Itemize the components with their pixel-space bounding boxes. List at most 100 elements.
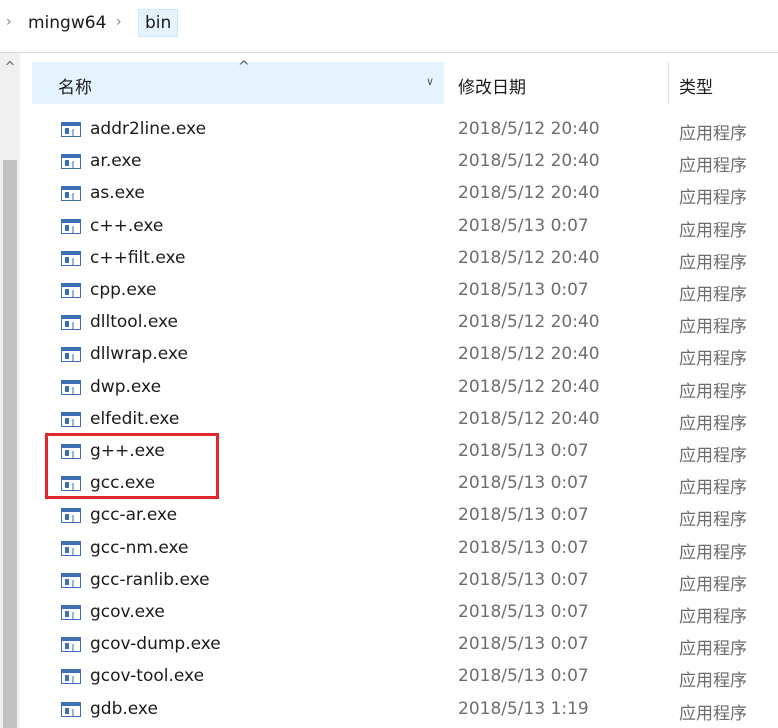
file-modified-date: 2018/5/12 20:40 bbox=[458, 183, 600, 204]
file-type: 应用程序 bbox=[679, 703, 747, 724]
exe-file-icon bbox=[61, 637, 81, 653]
file-modified-date: 2018/5/13 1:19 bbox=[458, 698, 589, 719]
exe-file-icon bbox=[61, 669, 81, 685]
file-name[interactable]: c++.exe bbox=[90, 216, 163, 236]
exe-file-icon bbox=[61, 411, 81, 427]
exe-file-icon bbox=[61, 283, 81, 298]
file-type: 应用程序 bbox=[679, 317, 747, 338]
file-type: 应用程序 bbox=[679, 124, 747, 144]
file-name[interactable]: gdb.exe bbox=[90, 699, 158, 719]
file-type: 应用程序 bbox=[679, 478, 747, 499]
exe-file-icon bbox=[61, 250, 81, 266]
file-name[interactable]: cpp.exe bbox=[90, 280, 157, 300]
file-type: 应用程序 bbox=[679, 285, 747, 305]
file-name[interactable]: g++.exe bbox=[90, 441, 165, 461]
file-name[interactable]: addr2line.exe bbox=[90, 119, 206, 139]
file-name[interactable]: elfedit.exe bbox=[90, 409, 179, 429]
file-type: 应用程序 bbox=[679, 446, 747, 466]
file-row[interactable]: as.exe 2018/5/12 20:40 应用程序 bbox=[0, 178, 778, 210]
column-header-type-label: 类型 bbox=[679, 78, 713, 98]
file-type: 应用程序 bbox=[679, 156, 747, 177]
column-header-date[interactable]: 修改日期 bbox=[444, 62, 668, 104]
file-type: 应用程序 bbox=[679, 220, 747, 241]
file-type: 应用程序 bbox=[679, 381, 747, 402]
scroll-up-arrow-icon[interactable]: ^ bbox=[0, 58, 20, 78]
file-name[interactable]: gcov.exe bbox=[90, 602, 165, 622]
file-name[interactable]: gcc.exe bbox=[90, 473, 155, 493]
file-type: 应用程序 bbox=[679, 574, 747, 595]
file-row[interactable]: gcc-ar.exe 2018/5/13 0:07 应用程序 bbox=[0, 500, 778, 532]
breadcrumb-item-bin[interactable]: bin bbox=[138, 9, 179, 37]
file-modified-date: 2018/5/12 20:40 bbox=[458, 151, 600, 172]
exe-file-icon bbox=[61, 218, 81, 234]
breadcrumb-separator-icon[interactable]: › bbox=[116, 14, 122, 30]
breadcrumb-item-mingw64[interactable]: mingw64 bbox=[28, 13, 106, 33]
column-header-name[interactable]: 名称 ^ ∨ bbox=[32, 59, 444, 104]
file-row[interactable]: gcov-dump.exe 2018/5/13 0:07 应用程序 bbox=[0, 629, 778, 661]
file-row[interactable]: elfedit.exe 2018/5/12 20:40 应用程序 bbox=[0, 404, 778, 436]
file-row[interactable]: gcc.exe 2018/5/13 0:07 应用程序 bbox=[0, 468, 778, 500]
file-name[interactable]: gcc-ar.exe bbox=[90, 505, 177, 525]
column-header-type[interactable]: 类型 bbox=[669, 62, 778, 104]
file-row[interactable]: gdb.exe 2018/5/13 1:19 应用程序 bbox=[0, 694, 778, 726]
sort-ascending-icon: ^ bbox=[238, 59, 250, 75]
exe-file-icon bbox=[61, 315, 81, 331]
file-row[interactable]: addr2line.exe 2018/5/12 20:40 应用程序 bbox=[0, 114, 778, 146]
file-row[interactable]: g++.exe 2018/5/13 0:07 应用程序 bbox=[0, 436, 778, 468]
file-name[interactable]: dwp.exe bbox=[90, 377, 161, 397]
file-row[interactable]: gcov.exe 2018/5/13 0:07 应用程序 bbox=[0, 597, 778, 629]
file-type: 应用程序 bbox=[679, 413, 747, 434]
file-modified-date: 2018/5/13 0:07 bbox=[458, 569, 589, 590]
file-modified-date: 2018/5/13 0:07 bbox=[458, 634, 589, 655]
file-type: 应用程序 bbox=[679, 639, 747, 660]
file-row[interactable]: gcc-ranlib.exe 2018/5/13 0:07 应用程序 bbox=[0, 565, 778, 597]
file-modified-date: 2018/5/13 0:07 bbox=[458, 602, 589, 622]
exe-file-icon bbox=[61, 347, 81, 363]
address-bar[interactable]: › mingw64 › bin bbox=[0, 0, 778, 53]
file-modified-date: 2018/5/13 0:07 bbox=[458, 505, 589, 526]
exe-file-icon bbox=[61, 572, 81, 588]
file-row[interactable]: gcc-nm.exe 2018/5/13 0:07 应用程序 bbox=[0, 533, 778, 565]
column-header-name-label: 名称 bbox=[58, 78, 92, 98]
file-row[interactable]: ar.exe 2018/5/12 20:40 应用程序 bbox=[0, 146, 778, 178]
file-name[interactable]: gcc-ranlib.exe bbox=[90, 570, 210, 590]
file-name[interactable]: dllwrap.exe bbox=[90, 344, 188, 364]
file-name[interactable]: gcov-dump.exe bbox=[90, 634, 221, 654]
file-modified-date: 2018/5/12 20:40 bbox=[458, 408, 600, 429]
file-modified-date: 2018/5/12 20:40 bbox=[458, 376, 600, 397]
file-row[interactable]: cpp.exe 2018/5/13 0:07 应用程序 bbox=[0, 275, 778, 307]
file-name[interactable]: as.exe bbox=[90, 183, 145, 203]
file-name[interactable]: ar.exe bbox=[90, 151, 141, 171]
file-modified-date: 2018/5/12 20:40 bbox=[458, 312, 600, 333]
exe-file-icon bbox=[61, 605, 81, 620]
file-modified-date: 2018/5/13 0:07 bbox=[458, 473, 589, 494]
file-modified-date: 2018/5/13 0:07 bbox=[458, 441, 589, 461]
file-modified-date: 2018/5/13 0:07 bbox=[458, 537, 589, 558]
file-type: 应用程序 bbox=[679, 188, 747, 209]
exe-file-icon bbox=[61, 379, 81, 395]
file-type: 应用程序 bbox=[679, 542, 747, 563]
file-row[interactable]: dlltool.exe 2018/5/12 20:40 应用程序 bbox=[0, 307, 778, 339]
exe-file-icon bbox=[61, 154, 81, 170]
file-modified-date: 2018/5/13 0:07 bbox=[458, 215, 589, 236]
file-modified-date: 2018/5/13 0:07 bbox=[458, 280, 589, 300]
exe-file-icon bbox=[61, 540, 81, 556]
column-header-date-label: 修改日期 bbox=[458, 78, 526, 98]
file-type: 应用程序 bbox=[679, 510, 747, 531]
file-row[interactable]: dllwrap.exe 2018/5/12 20:40 应用程序 bbox=[0, 339, 778, 371]
file-name[interactable]: gcc-nm.exe bbox=[90, 538, 189, 558]
file-name[interactable]: c++filt.exe bbox=[90, 248, 186, 268]
exe-file-icon bbox=[61, 444, 81, 459]
file-type: 应用程序 bbox=[679, 671, 747, 692]
exe-file-icon bbox=[61, 122, 81, 137]
file-row[interactable]: gcov-tool.exe 2018/5/13 0:07 应用程序 bbox=[0, 661, 778, 693]
breadcrumb-chevron-icon[interactable]: › bbox=[6, 14, 12, 30]
file-row[interactable]: c++.exe 2018/5/13 0:07 应用程序 bbox=[0, 211, 778, 243]
file-row[interactable]: c++filt.exe 2018/5/12 20:40 应用程序 bbox=[0, 243, 778, 275]
chevron-down-icon[interactable]: ∨ bbox=[426, 75, 434, 88]
file-row[interactable]: dwp.exe 2018/5/12 20:40 应用程序 bbox=[0, 372, 778, 404]
exe-file-icon bbox=[61, 508, 81, 524]
file-name[interactable]: gcov-tool.exe bbox=[90, 666, 204, 686]
file-modified-date: 2018/5/13 0:07 bbox=[458, 666, 589, 687]
file-name[interactable]: dlltool.exe bbox=[90, 312, 178, 332]
